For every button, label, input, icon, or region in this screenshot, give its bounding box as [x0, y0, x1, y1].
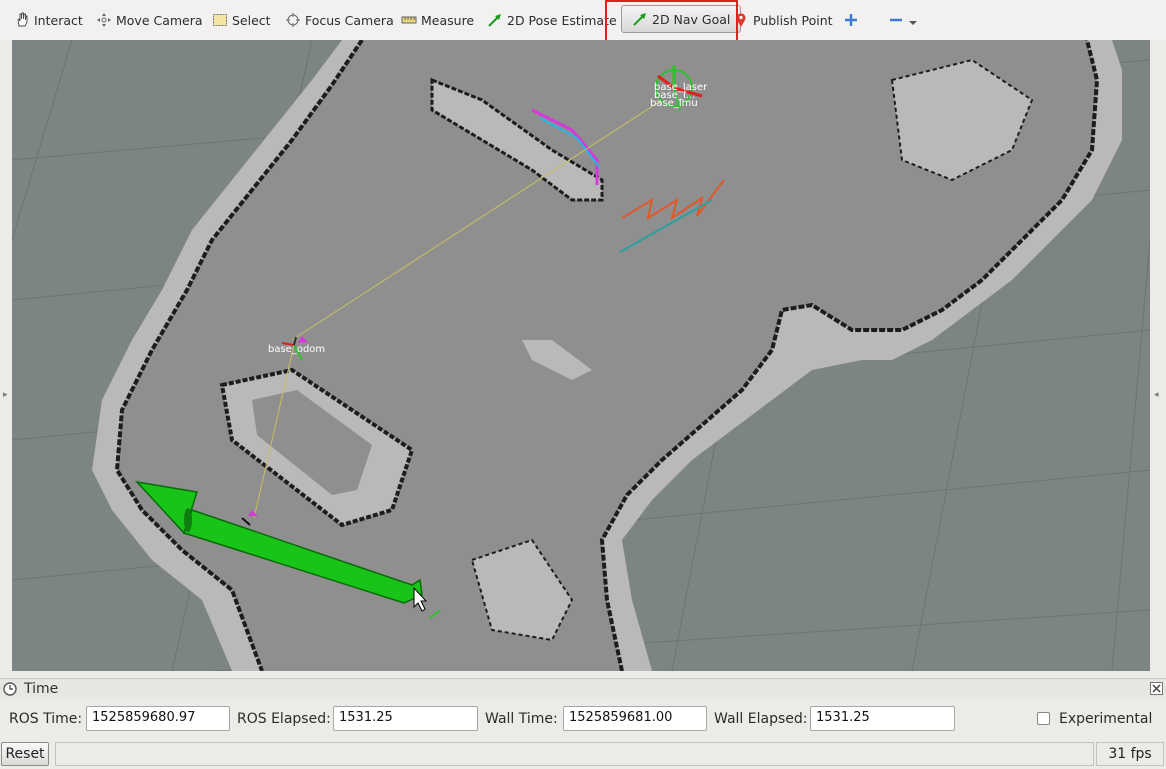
green-arrow-icon — [488, 14, 501, 27]
map-pin-icon — [736, 13, 746, 27]
frame-label-imu: base_imu — [650, 98, 698, 109]
plus-icon — [845, 14, 857, 26]
right-panel-splitter[interactable]: ◂ — [1150, 40, 1166, 671]
expand-right-icon: ◂ — [1154, 390, 1159, 400]
fps-indicator: 31 fps — [1096, 742, 1164, 766]
measure-label: Measure — [421, 12, 475, 28]
move-camera-tool[interactable]: Move Camera — [96, 8, 203, 32]
time-panel-row: ROS Time: 1525859680.97 ROS Elapsed: 153… — [0, 702, 1166, 736]
move-camera-icon — [97, 13, 111, 27]
select-tool[interactable]: Select — [212, 8, 271, 32]
select-icon — [213, 14, 227, 26]
pose-estimate-label: 2D Pose Estimate — [507, 12, 617, 28]
rviz-3d-viewport[interactable]: base_laser base_f... base_imu base_odom — [12, 40, 1150, 671]
ros-elapsed-label: ROS Elapsed: — [237, 711, 331, 727]
measure-tool[interactable]: Measure — [401, 8, 474, 32]
left-panel-splitter[interactable]: ▸ — [0, 40, 12, 671]
move-camera-label: Move Camera — [116, 12, 203, 28]
wall-elapsed-label: Wall Elapsed: — [714, 711, 808, 727]
wall-time-label: Wall Time: — [485, 711, 558, 727]
time-panel-title: Time — [24, 681, 59, 697]
experimental-label: Experimental — [1059, 711, 1153, 727]
ros-elapsed-field[interactable]: 1531.25 — [333, 706, 478, 731]
interact-tool[interactable]: Interact — [14, 8, 83, 32]
wall-elapsed-field[interactable]: 1531.25 — [810, 706, 955, 731]
add-tool-button[interactable] — [843, 8, 859, 32]
remove-tool-button[interactable] — [888, 8, 918, 32]
pose-estimate-tool[interactable]: 2D Pose Estimate — [487, 8, 617, 32]
wall-time-field[interactable]: 1525859681.00 — [563, 706, 707, 731]
map-render: base_laser base_f... base_imu base_odom — [12, 40, 1150, 671]
frame-label-odom: base_odom — [268, 344, 325, 355]
expand-left-icon: ▸ — [3, 390, 8, 400]
publish-point-tool[interactable]: Publish Point — [733, 8, 833, 32]
focus-camera-label: Focus Camera — [305, 12, 394, 28]
ros-time-label: ROS Time: — [9, 711, 83, 727]
interact-label: Interact — [34, 12, 83, 28]
time-panel-header: Time — [0, 678, 1166, 699]
experimental-checkbox[interactable] — [1037, 712, 1050, 725]
green-arrow-icon — [633, 13, 646, 26]
main-toolbar: Interact Move Camera Select Focus Camera… — [0, 0, 1166, 40]
minus-icon — [890, 18, 902, 22]
select-label: Select — [232, 12, 271, 28]
reset-button[interactable]: Reset — [1, 742, 49, 766]
close-icon[interactable] — [1150, 682, 1163, 695]
ruler-icon — [401, 16, 417, 24]
clock-icon — [3, 682, 17, 696]
nav-goal-tool[interactable]: 2D Nav Goal — [621, 5, 742, 33]
focus-camera-icon — [286, 13, 300, 27]
focus-camera-tool[interactable]: Focus Camera — [285, 8, 394, 32]
publish-point-label: Publish Point — [753, 12, 833, 28]
hand-icon — [17, 12, 28, 27]
status-bar: Reset 31 fps — [0, 740, 1166, 769]
chevron-down-icon — [909, 21, 917, 25]
nav-goal-label: 2D Nav Goal — [652, 11, 731, 27]
status-message-area — [55, 742, 1094, 766]
ros-time-field[interactable]: 1525859680.97 — [86, 706, 230, 731]
